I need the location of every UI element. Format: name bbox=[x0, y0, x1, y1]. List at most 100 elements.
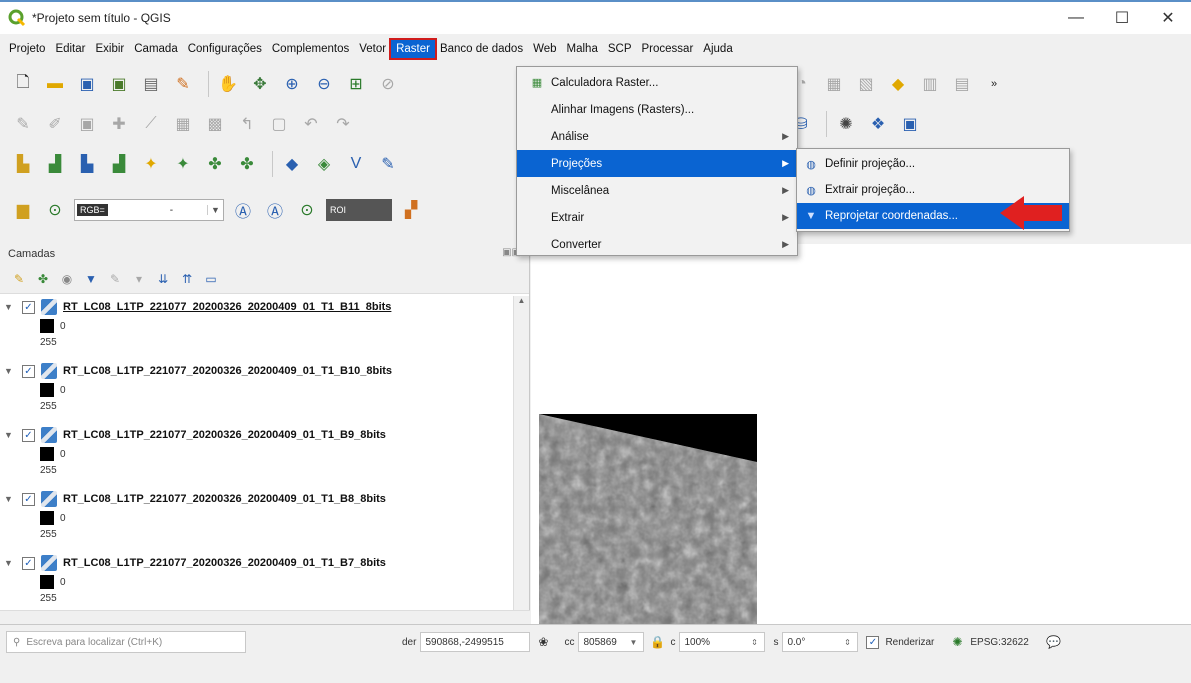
menu-item-miscelanea[interactable]: Miscelânea ▶ bbox=[517, 177, 797, 204]
save-project-icon[interactable]: ▣ bbox=[74, 71, 100, 97]
add-group-icon[interactable]: ✤ bbox=[34, 270, 52, 288]
plugin-globe-icon[interactable]: ✺ bbox=[833, 111, 859, 137]
layer-item[interactable]: ▼ ✓ RT_LC08_L1TP_221077_20200326_2020040… bbox=[0, 552, 514, 616]
layer-name[interactable]: RT_LC08_L1TP_221077_20200326_20200409_01… bbox=[63, 365, 392, 377]
layer-visibility-checkbox[interactable]: ✓ bbox=[22, 364, 35, 378]
add-postgis-icon[interactable]: ✦ bbox=[170, 151, 196, 177]
band-set-icon[interactable]: Ⓐ bbox=[230, 197, 256, 223]
roi-zoom-icon[interactable]: ⊙ bbox=[294, 197, 320, 223]
menu-item-calculadora-raster[interactable]: ▦ Calculadora Raster... bbox=[517, 69, 797, 96]
rgb-combo[interactable]: RGB= - ▼ bbox=[74, 199, 224, 221]
add-raster-layer-icon[interactable]: ▟ bbox=[42, 151, 68, 177]
toolbox-icon[interactable]: ▤ bbox=[949, 71, 975, 97]
menu-editar[interactable]: Editar bbox=[50, 40, 90, 58]
add-oracle-icon[interactable]: ✤ bbox=[234, 151, 260, 177]
print-layout-icon[interactable]: ▤ bbox=[138, 71, 164, 97]
layer-item[interactable]: ▼ ✓ RT_LC08_L1TP_221077_20200326_2020040… bbox=[0, 360, 514, 424]
cut-features-icon[interactable]: ▩ bbox=[202, 111, 228, 137]
crs-globe-icon[interactable]: ✺ bbox=[948, 635, 966, 649]
style-manager-icon[interactable]: ✎ bbox=[170, 71, 196, 97]
minimize-button[interactable]: — bbox=[1053, 2, 1099, 34]
pan-icon[interactable]: ✋ bbox=[215, 71, 241, 97]
scp-zoom-icon[interactable]: ⊙ bbox=[42, 197, 68, 223]
add-delimited-layer-icon[interactable]: ▟ bbox=[106, 151, 132, 177]
layer-item[interactable]: ▼ ✓ RT_LC08_L1TP_221077_20200326_2020040… bbox=[0, 424, 514, 488]
field-calculator-icon[interactable]: ▧ bbox=[853, 71, 879, 97]
zoom-in-icon[interactable]: ⊕ bbox=[279, 71, 305, 97]
menu-web[interactable]: Web bbox=[528, 40, 561, 58]
filter-legend-icon[interactable]: ▼ bbox=[82, 270, 100, 288]
new-shapefile-icon[interactable]: ✎ bbox=[375, 151, 401, 177]
close-button[interactable]: ✕ bbox=[1145, 2, 1191, 34]
coordinate-field[interactable]: 590868,-2499515 bbox=[420, 632, 531, 652]
menu-complementos[interactable]: Complementos bbox=[267, 40, 354, 58]
layer-name[interactable]: RT_LC08_L1TP_221077_20200326_20200409_01… bbox=[63, 557, 386, 569]
layer-name[interactable]: RT_LC08_L1TP_221077_20200326_20200409_01… bbox=[63, 301, 391, 313]
menu-item-analise[interactable]: Análise ▶ bbox=[517, 123, 797, 150]
new-project-icon[interactable]: 🗋 bbox=[10, 71, 36, 97]
add-wfs-icon[interactable]: ◈ bbox=[311, 151, 337, 177]
crs-label[interactable]: EPSG:32622 bbox=[970, 637, 1028, 648]
add-mssql-icon[interactable]: ✤ bbox=[202, 151, 228, 177]
layer-visibility-checkbox[interactable]: ✓ bbox=[22, 492, 35, 506]
menu-configuracoes[interactable]: Configurações bbox=[183, 40, 267, 58]
vertex-tool-icon[interactable]: ⟋ bbox=[138, 111, 164, 137]
menu-vetor[interactable]: Vetor bbox=[354, 40, 391, 58]
zoom-selection-icon[interactable]: ⊘ bbox=[375, 71, 401, 97]
layer-visibility-checkbox[interactable]: ✓ bbox=[22, 556, 35, 570]
map-themes-icon[interactable]: ◉ bbox=[58, 270, 76, 288]
collapse-arrow-icon[interactable]: ▼ bbox=[4, 494, 16, 504]
add-mesh-layer-icon[interactable]: ▙ bbox=[74, 151, 100, 177]
spin-icon[interactable]: ⇕ bbox=[841, 638, 853, 647]
delete-selected-icon[interactable]: ▦ bbox=[170, 111, 196, 137]
chevron-down-icon[interactable]: ▼ bbox=[207, 205, 223, 215]
zoom-out-icon[interactable]: ⊖ bbox=[311, 71, 337, 97]
menu-item-extrair[interactable]: Extrair ▶ bbox=[517, 204, 797, 231]
current-edits-icon[interactable]: ✎ bbox=[10, 111, 36, 137]
deselect-icon[interactable]: ◆ bbox=[885, 71, 911, 97]
open-table-icon[interactable]: ▥ bbox=[917, 71, 943, 97]
menu-exibir[interactable]: Exibir bbox=[90, 40, 129, 58]
band-set-alt-icon[interactable]: Ⓐ bbox=[262, 197, 288, 223]
layer-style-icon[interactable]: ✎ bbox=[10, 270, 28, 288]
save-as-icon[interactable]: ▣ bbox=[106, 71, 132, 97]
menu-ajuda[interactable]: Ajuda bbox=[698, 40, 737, 58]
lock-scale-icon[interactable]: 🔒 bbox=[648, 635, 666, 649]
filter-expression-icon[interactable]: ✎ bbox=[106, 270, 124, 288]
menu-raster[interactable]: Raster bbox=[389, 38, 437, 60]
scroll-up-icon[interactable]: ▲ bbox=[514, 296, 529, 310]
python-console-icon[interactable]: ❖ bbox=[865, 111, 891, 137]
more-tools-icon[interactable]: » bbox=[981, 71, 1007, 97]
messages-icon[interactable]: 💬 bbox=[1045, 635, 1063, 649]
help-icon[interactable]: ▣ bbox=[897, 111, 923, 137]
maximize-button[interactable]: ☐ bbox=[1099, 2, 1145, 34]
chevron-down-icon[interactable]: ▼ bbox=[627, 638, 639, 647]
menu-item-converter[interactable]: Converter ▶ bbox=[517, 231, 797, 258]
paste-features-icon[interactable]: ▢ bbox=[266, 111, 292, 137]
save-edits-icon[interactable]: ▣ bbox=[74, 111, 100, 137]
layer-item[interactable]: ▼ ✓ RT_LC08_L1TP_221077_20200326_2020040… bbox=[0, 488, 514, 552]
scp-classification-icon[interactable]: ▞ bbox=[398, 197, 424, 223]
menu-malha[interactable]: Malha bbox=[562, 40, 603, 58]
menu-item-projecoes[interactable]: Projeções ▶ bbox=[517, 150, 797, 177]
add-vector-layer-icon[interactable]: ▙ bbox=[10, 151, 36, 177]
locator-input[interactable]: ⚲ Escreva para localizar (Ctrl+K) bbox=[6, 631, 246, 653]
extents-toggle-icon[interactable]: ❀ bbox=[534, 635, 552, 649]
menu-scp[interactable]: SCP bbox=[603, 40, 637, 58]
scp-dock-icon[interactable]: ▆ bbox=[10, 197, 36, 223]
layers-hscrollbar[interactable] bbox=[0, 610, 530, 624]
spin-icon[interactable]: ⇕ bbox=[748, 638, 760, 647]
render-checkbox[interactable]: ✓ bbox=[866, 635, 880, 649]
menu-processar[interactable]: Processar bbox=[637, 40, 699, 58]
menu-camada[interactable]: Camada bbox=[129, 40, 182, 58]
map-canvas[interactable] bbox=[531, 244, 1191, 624]
scale-field[interactable]: 805869 ▼ bbox=[578, 632, 645, 652]
copy-features-icon[interactable]: ↰ bbox=[234, 111, 260, 137]
collapse-arrow-icon[interactable]: ▼ bbox=[4, 430, 16, 440]
layers-scrollbar[interactable]: ▲ bbox=[513, 296, 529, 618]
layer-visibility-checkbox[interactable]: ✓ bbox=[22, 428, 35, 442]
pan-to-selection-icon[interactable]: ✥ bbox=[247, 71, 273, 97]
layer-item[interactable]: ▼ ✓ RT_LC08_L1TP_221077_20200326_2020040… bbox=[0, 296, 514, 360]
collapse-all-icon[interactable]: ⇊ bbox=[154, 270, 172, 288]
remove-layer-icon[interactable]: ▭ bbox=[202, 270, 220, 288]
